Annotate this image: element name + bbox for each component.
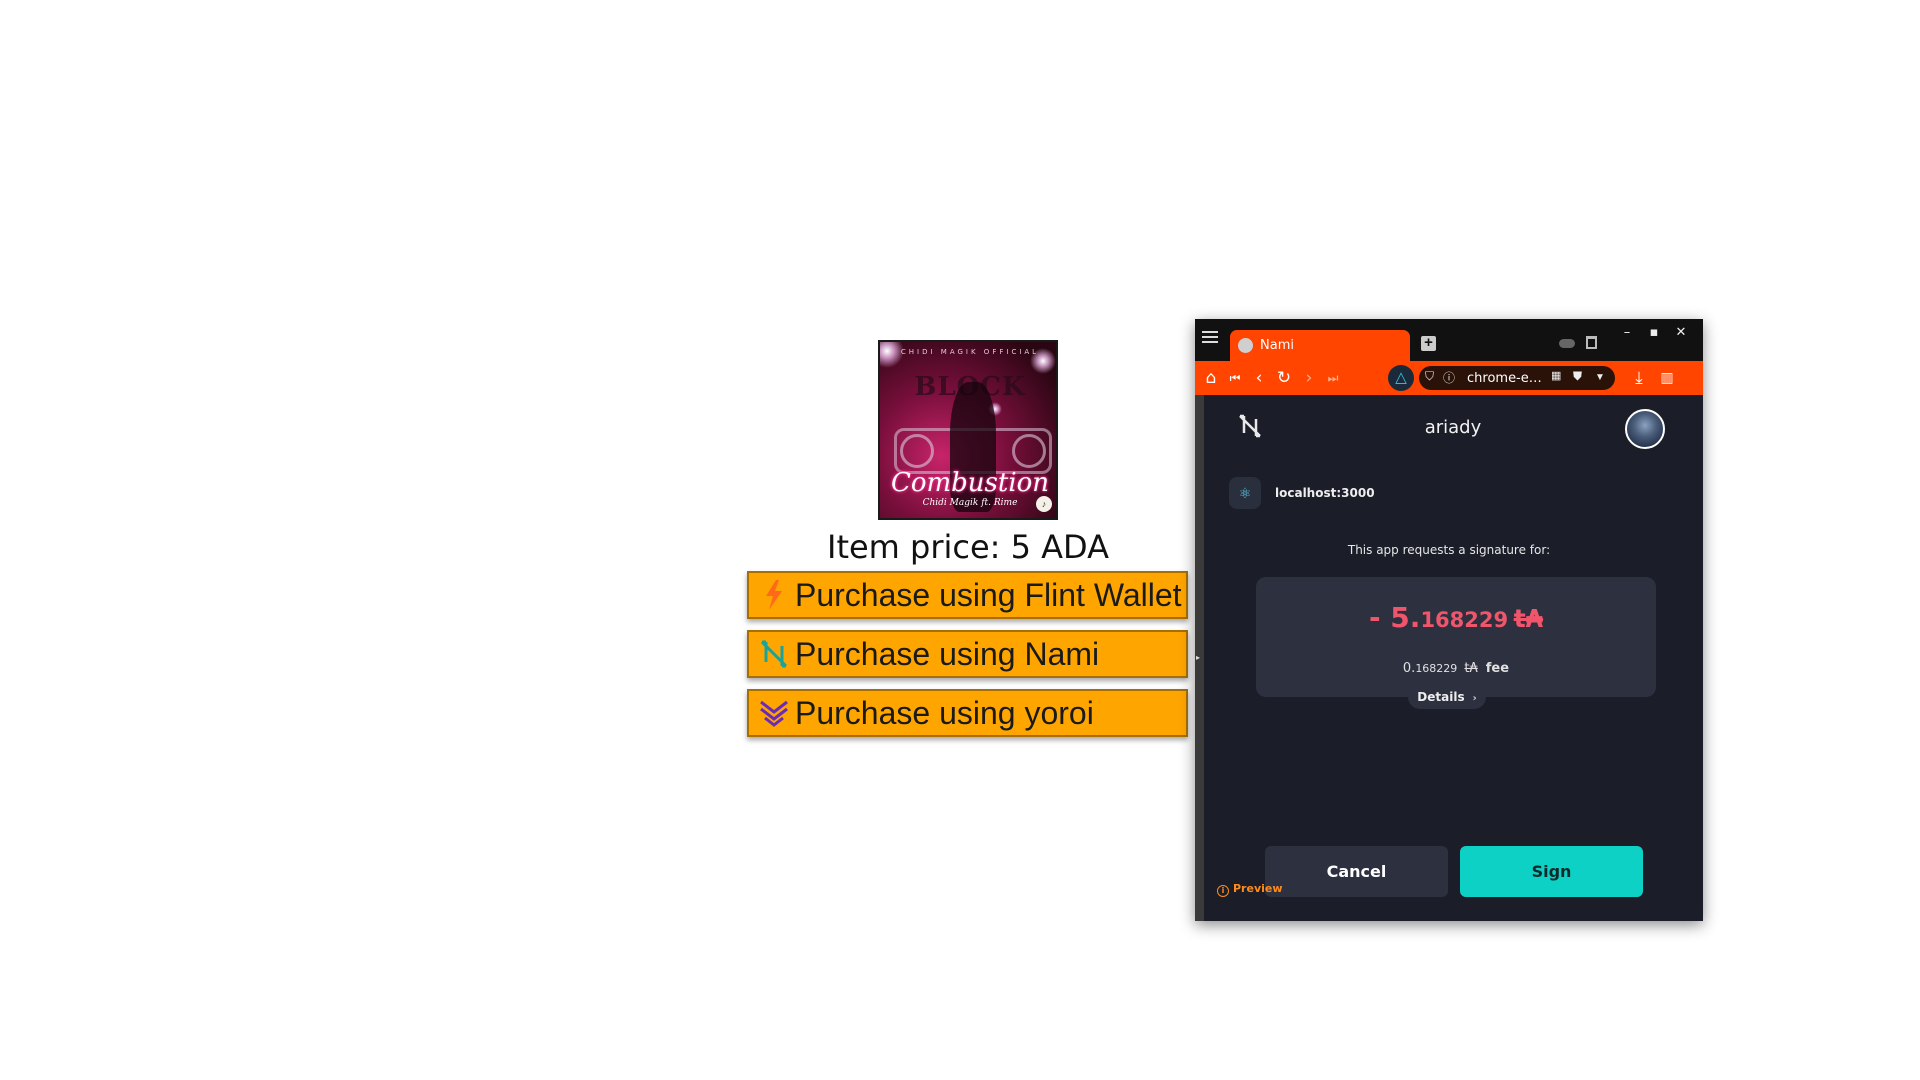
nami-icon xyxy=(759,638,789,670)
album-cover-image: CHIDI MAGIK OFFICIAL BLOCK Combustion Ch… xyxy=(878,340,1058,520)
nami-logo-icon xyxy=(1237,413,1265,441)
preview-label: i Preview xyxy=(1217,882,1283,897)
trash-icon[interactable] xyxy=(1586,336,1597,349)
purchase-yoroi-label: Purchase using yoroi xyxy=(795,694,1094,731)
maximize-icon[interactable]: ▪ xyxy=(1646,325,1662,340)
address-bar[interactable]: ⛉ ⓘ chrome-e… ▦ ⛊ ▼ xyxy=(1419,366,1615,390)
browser-toolbar: ⌂ ⏮ ‹ ↻ › ⏭ △ ⛉ ⓘ chrome-e… ▦ ⛊ ▼ ⤓ ▥ xyxy=(1195,361,1703,395)
cover-badge-icon: ♪ xyxy=(1036,496,1052,512)
back-icon[interactable]: ‹ xyxy=(1249,368,1269,388)
fee-value: 0.168229 t₳ fee xyxy=(1402,661,1510,676)
reload-icon[interactable]: ↻ xyxy=(1274,368,1294,388)
rewind-icon[interactable]: ⏮ xyxy=(1225,368,1245,388)
chevron-right-icon: › xyxy=(1472,693,1477,704)
side-panel-strip[interactable]: ▸ xyxy=(1195,395,1204,921)
vivaldi-icon[interactable]: △ xyxy=(1388,365,1414,391)
cover-top-text: CHIDI MAGIK OFFICIAL xyxy=(900,348,1040,356)
fast-forward-icon[interactable]: ⏭ xyxy=(1323,368,1343,388)
hamburger-menu-icon[interactable] xyxy=(1202,331,1218,345)
item-price: Item price: 5 ADA xyxy=(827,528,1109,566)
bookmark-icon[interactable]: ⛊ xyxy=(1573,369,1582,384)
cover-artist: Chidi Magik ft. Rime xyxy=(922,498,1018,508)
purchase-yoroi-button[interactable]: Purchase using yoroi xyxy=(747,689,1188,737)
origin-label: localhost:3000 xyxy=(1275,486,1375,500)
reader-icon[interactable]: ▥ xyxy=(1657,368,1677,388)
download-icon[interactable]: ⤓ xyxy=(1629,368,1649,388)
cloud-icon[interactable] xyxy=(1559,339,1575,348)
info-icon: ⓘ xyxy=(1443,371,1456,385)
nami-app: ▸ ariady ⚛ localhost:3000 This app reque… xyxy=(1195,395,1703,921)
yoroi-icon xyxy=(759,697,789,729)
tab-nami[interactable]: Nami xyxy=(1230,330,1410,361)
globe-icon xyxy=(1238,338,1253,353)
purchase-nami-button[interactable]: Purchase using Nami xyxy=(747,630,1188,678)
purchase-flint-button[interactable]: Purchase using Flint Wallet xyxy=(747,571,1188,619)
tab-strip: Nami + – ▪ ✕ xyxy=(1195,319,1703,361)
sign-button[interactable]: Sign xyxy=(1460,846,1643,897)
react-icon: ⚛ xyxy=(1229,477,1261,509)
home-icon[interactable]: ⌂ xyxy=(1201,368,1221,388)
account-name: ariady xyxy=(1424,417,1482,438)
nami-popup-window: Nami + – ▪ ✕ ⌂ ⏮ ‹ ↻ › ⏭ △ ⛉ ⓘ chrome-e…… xyxy=(1195,319,1703,921)
info-icon: i xyxy=(1217,885,1229,897)
purchase-nami-label: Purchase using Nami xyxy=(795,635,1100,672)
cancel-button[interactable]: Cancel xyxy=(1265,846,1448,897)
forward-icon[interactable]: › xyxy=(1299,368,1319,388)
dropdown-icon[interactable]: ▼ xyxy=(1595,372,1605,383)
flint-icon xyxy=(759,579,789,611)
close-icon[interactable]: ✕ xyxy=(1673,325,1689,340)
amount-card: - 5.168229 t₳ 0.168229 t₳ fee xyxy=(1256,577,1656,697)
qr-code-icon[interactable]: ▦ xyxy=(1551,369,1561,382)
shield-icon: ⛉ xyxy=(1425,369,1435,383)
new-tab-icon[interactable]: + xyxy=(1421,335,1436,351)
tab-label: Nami xyxy=(1260,338,1294,353)
minimize-icon[interactable]: – xyxy=(1619,325,1635,340)
purchase-flint-label: Purchase using Flint Wallet xyxy=(795,576,1182,613)
request-text: This app requests a signature for: xyxy=(1347,543,1551,557)
amount-value: - 5.168229 t₳ xyxy=(1368,601,1544,634)
details-button[interactable]: Details › xyxy=(1408,685,1486,709)
avatar[interactable] xyxy=(1625,409,1665,449)
cover-title: Combustion xyxy=(890,468,1050,498)
address-text: chrome-e… xyxy=(1467,371,1542,386)
